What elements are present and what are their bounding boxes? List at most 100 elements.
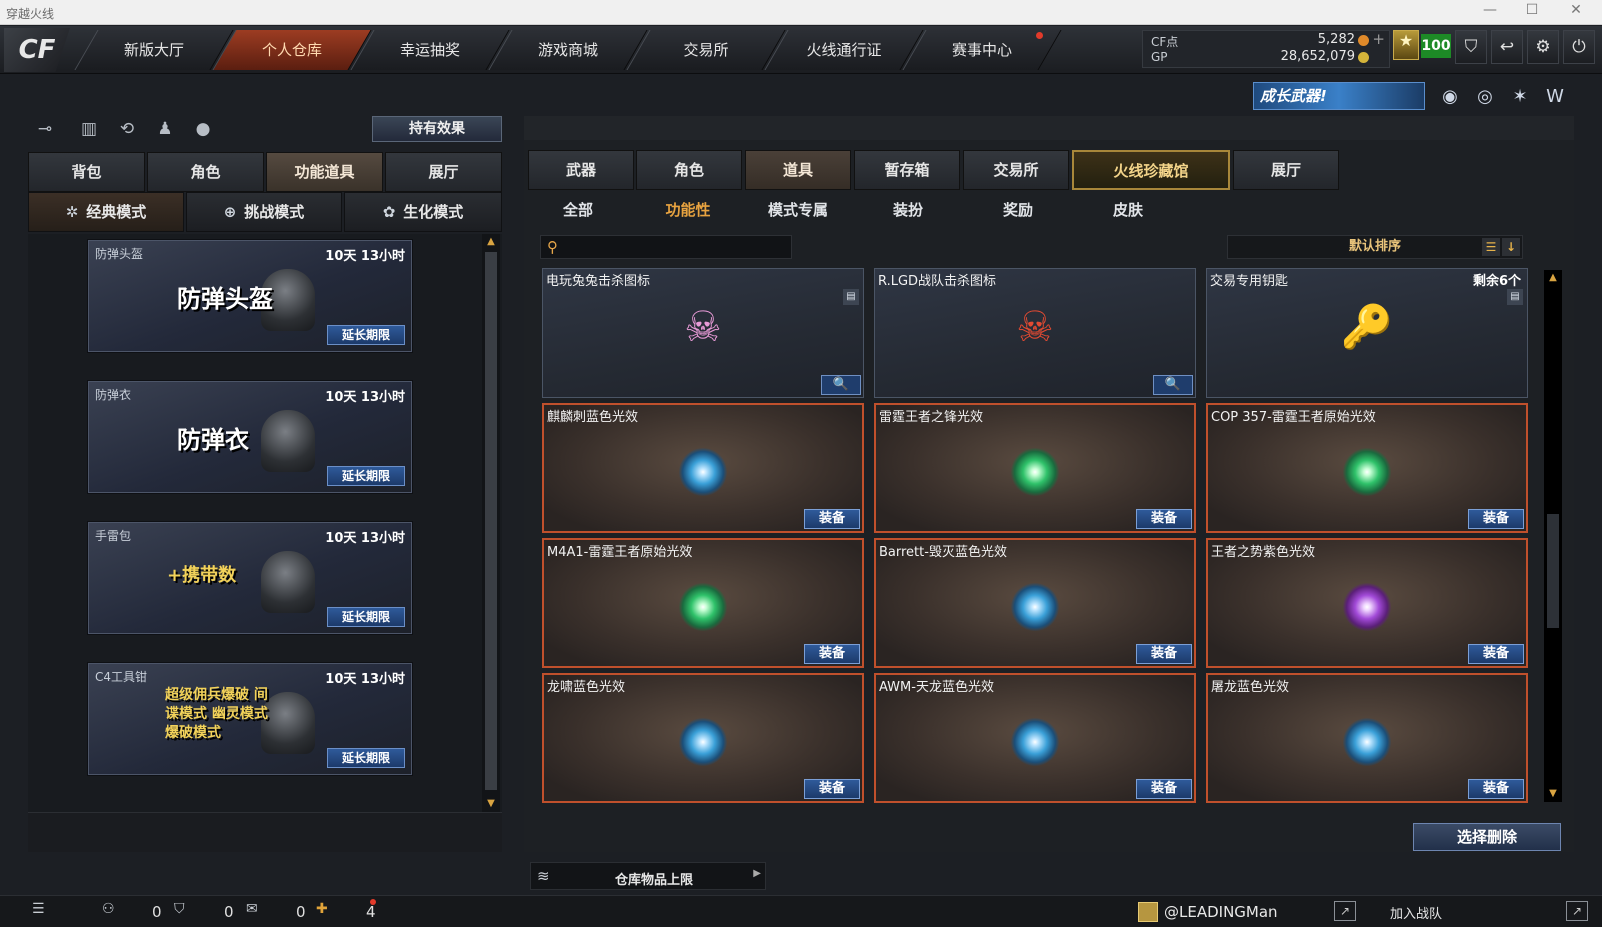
extend-button[interactable]: 延长期限: [327, 607, 405, 627]
scroll-down-icon[interactable]: ▼: [482, 796, 500, 812]
card-glow-effect[interactable]: M4A1-雷霆王者原始光效 装备: [542, 538, 864, 668]
subtab-skins[interactable]: 皮肤: [1078, 196, 1178, 224]
card-glow-effect[interactable]: 屠龙蓝色光效 装备: [1206, 673, 1528, 803]
tab-backpack[interactable]: 背包: [28, 152, 145, 192]
tab-characters[interactable]: 角色: [636, 150, 742, 190]
mode-classic[interactable]: ✲ 经典模式: [28, 192, 184, 232]
card-glow-effect[interactable]: AWM-天龙蓝色光效 装备: [874, 673, 1196, 803]
history-icon[interactable]: ⟲: [114, 116, 140, 142]
tab-functional-items[interactable]: 功能道具: [266, 152, 383, 192]
badge-icon[interactable]: ◉: [1436, 84, 1464, 110]
tab-collection[interactable]: 火线珍藏馆: [1072, 150, 1230, 190]
preview-search-icon[interactable]: 🔍: [1153, 375, 1193, 395]
gift-icon[interactable]: ✚: [316, 901, 328, 917]
subtab-costume[interactable]: 装扮: [858, 196, 958, 224]
item-card-vest[interactable]: 防弹衣 10天 13小时 防弹衣 延长期限: [88, 381, 412, 493]
return-icon[interactable]: ↩: [1491, 30, 1523, 64]
scroll-down-icon[interactable]: ▼: [1544, 786, 1562, 802]
nav-lobby[interactable]: 新版大厅: [74, 30, 234, 70]
equip-button[interactable]: 装备: [804, 509, 860, 529]
join-clan-link[interactable]: 加入战队: [1390, 903, 1442, 922]
grenade-icon[interactable]: ●: [190, 116, 216, 142]
card-glow-effect[interactable]: COP 357-雷霆王者原始光效 装备: [1206, 403, 1528, 533]
key-tool-icon[interactable]: ⊸: [32, 116, 58, 142]
card-rlgd-kill-icon[interactable]: R.LGD战队击杀图标 ☠ 🔍: [874, 268, 1196, 398]
equip-button[interactable]: 装备: [1468, 644, 1524, 664]
target-icon[interactable]: ◎: [1471, 84, 1499, 110]
stats-icon[interactable]: ▥: [76, 116, 102, 142]
minimize-button[interactable]: —: [1470, 2, 1510, 18]
trash-icon[interactable]: ▤: [1507, 289, 1523, 305]
warehouse-capacity-bar[interactable]: ≋ 仓库物品上限 ▶: [530, 862, 766, 890]
right-scrollbar[interactable]: ▲ ▼: [1544, 270, 1562, 802]
item-card-grenade-pack[interactable]: 手雷包 10天 13小时 +携带数 延长期限: [88, 522, 412, 634]
settings-gear-icon[interactable]: ⚙: [1527, 30, 1559, 64]
left-scrollbar[interactable]: ▲ ▼: [482, 234, 500, 812]
card-bunny-kill-icon[interactable]: 电玩兔兔击杀图标 ▤ ☠ 🔍: [542, 268, 864, 398]
star-badge-icon[interactable]: ✶: [1506, 84, 1534, 110]
subtab-functional[interactable]: 功能性: [638, 196, 738, 224]
clan-shield-icon[interactable]: ⛉: [174, 901, 185, 917]
subtab-all[interactable]: 全部: [528, 196, 628, 224]
tab-storage-box[interactable]: 暂存箱: [854, 150, 960, 190]
nav-trade[interactable]: 交易所: [626, 30, 786, 70]
card-glow-effect[interactable]: 龙啸蓝色光效 装备: [542, 673, 864, 803]
trash-icon[interactable]: ▤: [843, 289, 859, 305]
scrollbar-thumb[interactable]: [1547, 514, 1559, 628]
mode-challenge[interactable]: ⊕ 挑战模式: [186, 192, 342, 232]
nav-lottery[interactable]: 幸运抽奖: [350, 30, 510, 70]
preview-search-icon[interactable]: 🔍: [821, 375, 861, 395]
card-trade-key[interactable]: 交易专用钥匙 剩余6个 ▤ 🔑: [1206, 268, 1528, 398]
search-input[interactable]: ⚲: [540, 235, 792, 259]
mode-biochem[interactable]: ✿ 生化模式: [344, 192, 502, 232]
select-delete-button[interactable]: 选择删除: [1413, 823, 1561, 851]
hold-effect-button[interactable]: 持有效果: [372, 116, 502, 142]
user-avatar[interactable]: [1138, 902, 1158, 922]
card-glow-effect[interactable]: 雷霆王者之锋光效 装备: [874, 403, 1196, 533]
character-icon[interactable]: ♟: [152, 116, 178, 142]
subtab-rewards[interactable]: 奖励: [968, 196, 1068, 224]
sort-dropdown[interactable]: 默认排序 ☰ ↓: [1227, 235, 1523, 259]
extend-button[interactable]: 延长期限: [327, 325, 405, 345]
item-card-helmet[interactable]: 防弹头盔 10天 13小时 防弹头盔 延长期限: [88, 240, 412, 352]
card-glow-effect[interactable]: Barrett-毁灭蓝色光效 装备: [874, 538, 1196, 668]
growth-weapon-banner[interactable]: 成长武器!: [1253, 82, 1425, 110]
open-external-icon[interactable]: ↗: [1566, 901, 1588, 921]
wings-icon[interactable]: W: [1541, 84, 1569, 110]
tab-right-showroom[interactable]: 展厅: [1233, 150, 1339, 190]
nav-pass[interactable]: 火线通行证: [764, 30, 924, 70]
rank-badge-icon[interactable]: ★: [1393, 30, 1419, 60]
equip-button[interactable]: 装备: [1468, 779, 1524, 799]
card-glow-effect[interactable]: 王者之势紫色光效 装备: [1206, 538, 1528, 668]
equip-button[interactable]: 装备: [1136, 509, 1192, 529]
sort-direction-icon[interactable]: ↓: [1502, 238, 1520, 256]
tab-weapons[interactable]: 武器: [528, 150, 634, 190]
equip-button[interactable]: 装备: [804, 644, 860, 664]
scrollbar-thumb[interactable]: [485, 252, 497, 790]
equip-button[interactable]: 装备: [1136, 644, 1192, 664]
close-button[interactable]: ✕: [1556, 2, 1596, 18]
cf-logo[interactable]: CF: [4, 28, 70, 72]
scroll-up-icon[interactable]: ▲: [482, 234, 500, 250]
nav-shop[interactable]: 游戏商城: [488, 30, 648, 70]
nav-warehouse[interactable]: 个人仓库: [212, 30, 372, 70]
equip-button[interactable]: 装备: [804, 779, 860, 799]
power-icon[interactable]: ⏻: [1563, 30, 1595, 64]
maximize-button[interactable]: ☐: [1512, 2, 1552, 18]
list-view-icon[interactable]: ☰: [1482, 238, 1500, 256]
friends-icon[interactable]: ⚇: [102, 901, 115, 917]
extend-button[interactable]: 延长期限: [327, 748, 405, 768]
item-card-c4-pliers[interactable]: C4工具钳 10天 13小时 超级佣兵爆破 间谍模式 幽灵模式 爆破模式 延长期…: [88, 663, 412, 775]
subtab-mode-exclusive[interactable]: 模式专属: [748, 196, 848, 224]
menu-list-icon[interactable]: ☰: [32, 901, 45, 917]
card-glow-effect[interactable]: 麒麟刺蓝色光效 装备: [542, 403, 864, 533]
tab-exchange[interactable]: 交易所: [963, 150, 1069, 190]
tab-character[interactable]: 角色: [147, 152, 264, 192]
open-external-icon[interactable]: ↗: [1334, 901, 1356, 921]
extend-button[interactable]: 延长期限: [327, 466, 405, 486]
equip-button[interactable]: 装备: [1136, 779, 1192, 799]
expand-arrow-icon[interactable]: ▶: [753, 868, 761, 879]
shield-icon[interactable]: ⛉: [1455, 30, 1487, 64]
scroll-up-icon[interactable]: ▲: [1544, 270, 1562, 286]
tab-props[interactable]: 道具: [745, 150, 851, 190]
